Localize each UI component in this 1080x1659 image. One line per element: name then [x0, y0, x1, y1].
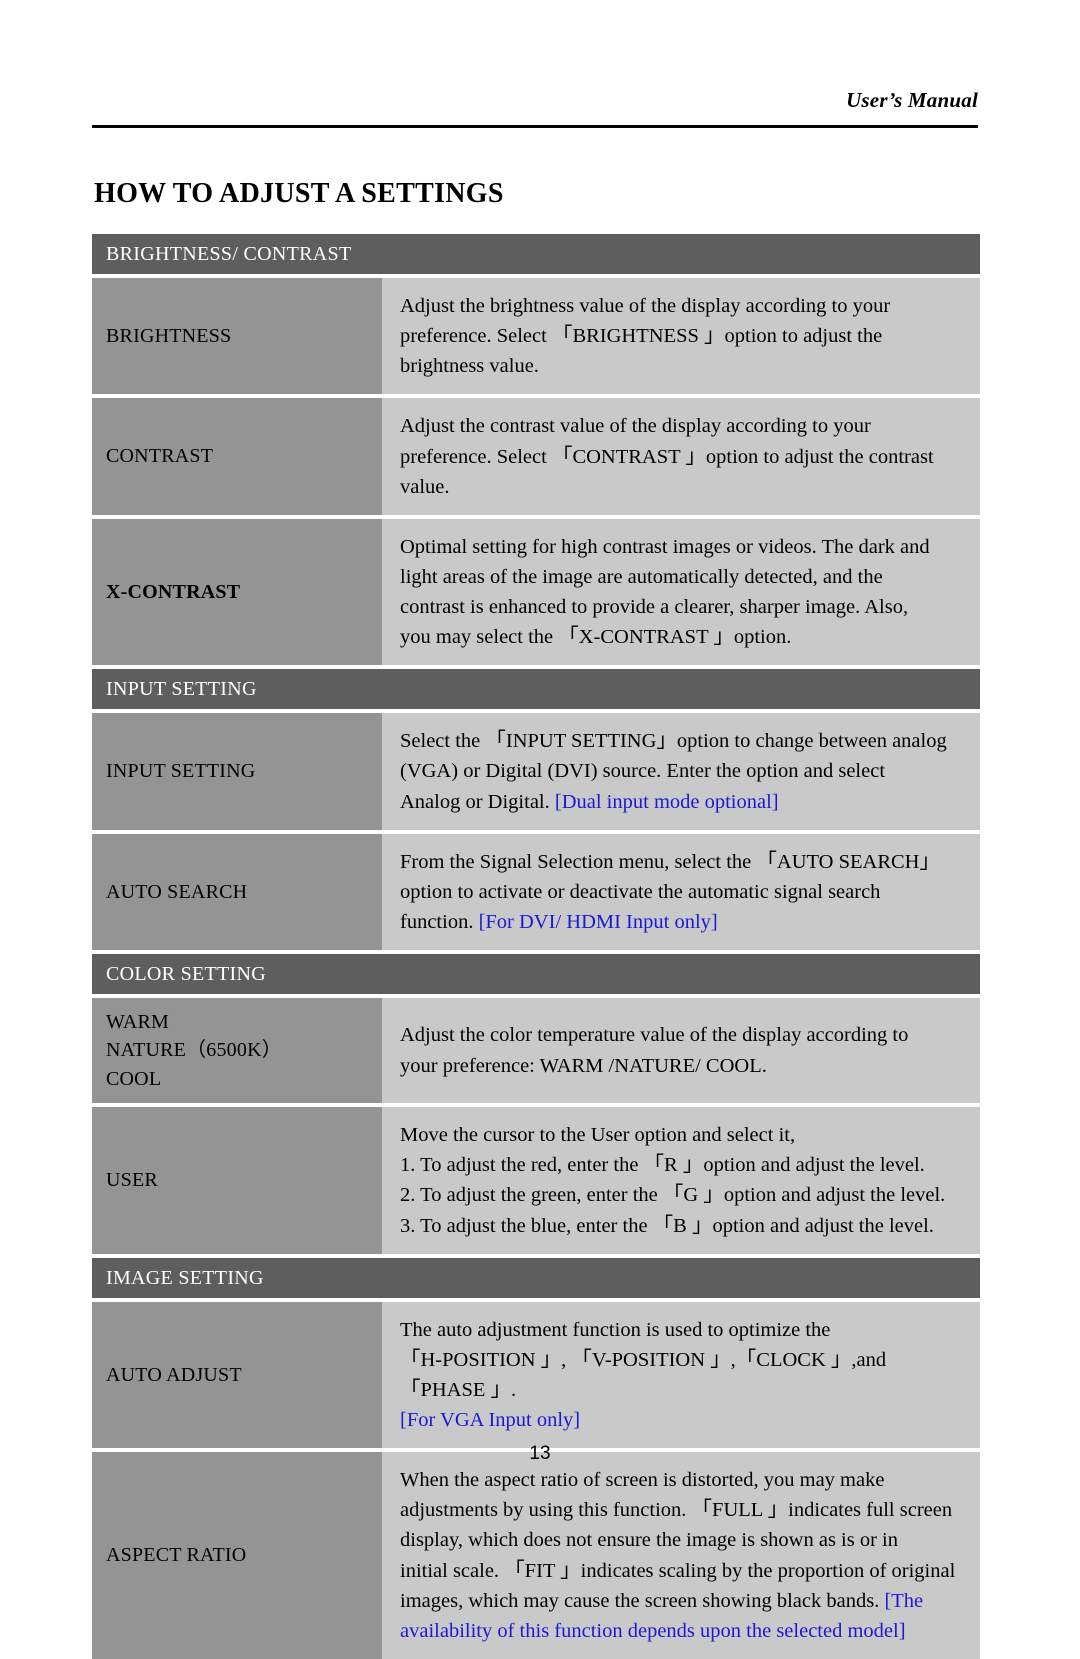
note-text: availability of this function depends up… [400, 1619, 906, 1642]
setting-description-cell: Adjust the brightness value of the displ… [382, 278, 980, 395]
settings-group: BRIGHTNESS/ CONTRAST BRIGHTNESS Adjust the… [92, 234, 980, 666]
setting-description-line: preference. Select 「CONTRAST 」option to … [400, 445, 934, 468]
setting-description-line: brightness value. [400, 355, 539, 378]
setting-description-cell: When the aspect ratio of screen is disto… [382, 1452, 980, 1659]
setting-description-line: display, which does not ensure the image… [400, 1529, 898, 1552]
setting-description-line: When the aspect ratio of screen is disto… [400, 1469, 885, 1492]
setting-label-cell: CONTRAST [92, 398, 382, 515]
note-text: [Dual input mode optional] [554, 790, 779, 813]
setting-description-line: option to activate or deactivate the aut… [400, 880, 881, 903]
setting-label-cell: WARM NATURE（6500K） COOL [92, 998, 382, 1104]
setting-label-line: NATURE（6500K） [106, 1039, 282, 1062]
setting-description-line: 「H-POSITION 」, 「V-POSITION 」,「CLOCK 」,an… [400, 1348, 887, 1401]
table-row: X-CONTRAST Optimal setting for high contr… [92, 518, 980, 666]
setting-description-line: Analog or Digital. [Dual input mode opti… [400, 790, 779, 813]
page-number: 13 [529, 1443, 551, 1464]
settings-group: INPUT SETTING INPUT SETTING Select the 「IN… [92, 669, 980, 950]
setting-description-line: Adjust the brightness value of the displ… [400, 295, 891, 317]
setting-description-line: you may select the 「X-CONTRAST 」option. [400, 626, 792, 649]
table-row: AUTO SEARCH From the Signal Selection men… [92, 833, 980, 950]
setting-description-line: Select the 「INPUT SETTING」option to chan… [400, 730, 947, 753]
setting-description-line: images, which may cause the screen showi… [400, 1589, 924, 1612]
setting-label-cell: INPUT SETTING [92, 713, 382, 830]
setting-label-line: BRIGHTNESS [106, 324, 232, 347]
table-row: AUTO ADJUST The auto adjustment function … [92, 1301, 980, 1449]
setting-label-cell: USER [92, 1107, 382, 1254]
section-header: INPUT SETTING [92, 669, 980, 710]
setting-description-line: light areas of the image are automatical… [400, 565, 883, 588]
table-row: ASPECT RATIO When the aspect ratio of scr… [92, 1452, 980, 1659]
setting-description-line: preference. Select 「BRIGHTNESS 」option t… [400, 325, 883, 348]
manual-page: User’s Manual HOW TO ADJUST A SETTINGS B… [0, 0, 1080, 1659]
setting-label-line: CONTRAST [106, 445, 214, 468]
setting-description-cell: From the Signal Selection menu, select t… [382, 833, 980, 950]
setting-description-cell: Optimal setting for high contrast images… [382, 518, 980, 666]
setting-label-line: AUTO SEARCH [106, 880, 248, 903]
note-text: [The [884, 1589, 924, 1612]
settings-group: COLOR SETTING WARM NATURE（6500K） COOL Adjust… [92, 954, 980, 1254]
table-row: INPUT SETTING Select the 「INPUT SETTING」o… [92, 713, 980, 830]
setting-description-line: Optimal setting for high contrast images… [400, 535, 930, 558]
setting-description-cell: Adjust the contrast value of the display… [382, 398, 980, 515]
setting-label-line: WARM [106, 1011, 170, 1033]
setting-description-line: [For VGA Input only] [400, 1405, 970, 1435]
setting-description-line: Adjust the contrast value of the display… [400, 415, 871, 438]
setting-description-line: The auto adjustment function is used to … [400, 1318, 831, 1341]
running-header: User’s Manual [92, 88, 978, 113]
setting-label-cell: X-CONTRAST [92, 518, 382, 666]
setting-label-line: AUTO ADJUST [106, 1363, 242, 1386]
note-text: [For VGA Input only] [400, 1409, 581, 1432]
setting-label-cell: BRIGHTNESS [92, 278, 382, 395]
page-title: HOW TO ADJUST A SETTINGS [94, 177, 504, 209]
setting-label-line: COOL [106, 1067, 162, 1090]
setting-label-line: INPUT SETTING [106, 760, 256, 783]
setting-description-line: 2. To adjust the green, enter the 「G 」op… [400, 1184, 946, 1207]
setting-description-line: contrast is enhanced to provide a cleare… [400, 596, 909, 618]
setting-description-line: (VGA) or Digital (DVI) source. Enter the… [400, 760, 886, 783]
setting-description-cell: Select the 「INPUT SETTING」option to chan… [382, 713, 980, 830]
setting-description-line: availability of this function depends up… [400, 1616, 970, 1646]
setting-description-line: your preference: WARM /NATURE/ COOL. [400, 1054, 767, 1077]
setting-description-cell: Adjust the color temperature value of th… [382, 998, 980, 1104]
setting-description-cell: Move the cursor to the User option and s… [382, 1107, 980, 1254]
setting-description-line: From the Signal Selection menu, select t… [400, 850, 940, 873]
setting-description-line: Move the cursor to the User option and s… [400, 1124, 796, 1147]
setting-label-line: X-CONTRAST [106, 580, 241, 603]
setting-label-cell: AUTO ADJUST [92, 1301, 382, 1449]
running-header-title: User’s Manual [846, 88, 978, 112]
setting-label-cell: ASPECT RATIO [92, 1452, 382, 1659]
table-row: WARM NATURE（6500K） COOL Adjust the color te… [92, 998, 980, 1104]
note-text: [For DVI/ HDMI Input only] [478, 910, 718, 933]
setting-description-line: initial scale. 「FIT 」indicates scaling b… [400, 1559, 956, 1582]
setting-description-line: adjustments by using this function. 「FUL… [400, 1499, 953, 1522]
section-header: COLOR SETTING [92, 954, 980, 994]
setting-label-line: USER [106, 1169, 158, 1192]
setting-label-cell: AUTO SEARCH [92, 833, 382, 950]
table-row: USER Move the cursor to the User option a… [92, 1107, 980, 1254]
table-row: CONTRAST Adjust the contrast value of the… [92, 398, 980, 515]
setting-description-line: value. [400, 475, 450, 498]
setting-description-line: function. [For DVI/ HDMI Input only] [400, 910, 718, 933]
setting-description-line: 1. To adjust the red, enter the 「R 」opti… [400, 1154, 925, 1177]
setting-description-line: Adjust the color temperature value of th… [400, 1024, 909, 1047]
setting-description-cell: The auto adjustment function is used to … [382, 1301, 980, 1449]
section-header: BRIGHTNESS/ CONTRAST [92, 234, 980, 274]
section-header: IMAGE SETTING [92, 1257, 980, 1298]
table-row: BRIGHTNESS Adjust the brightness value of… [92, 278, 980, 395]
header-rule-divider [92, 125, 978, 128]
setting-description-line: 3. To adjust the blue, enter the 「B 」opt… [400, 1214, 934, 1237]
setting-label-line: ASPECT RATIO [106, 1544, 247, 1567]
